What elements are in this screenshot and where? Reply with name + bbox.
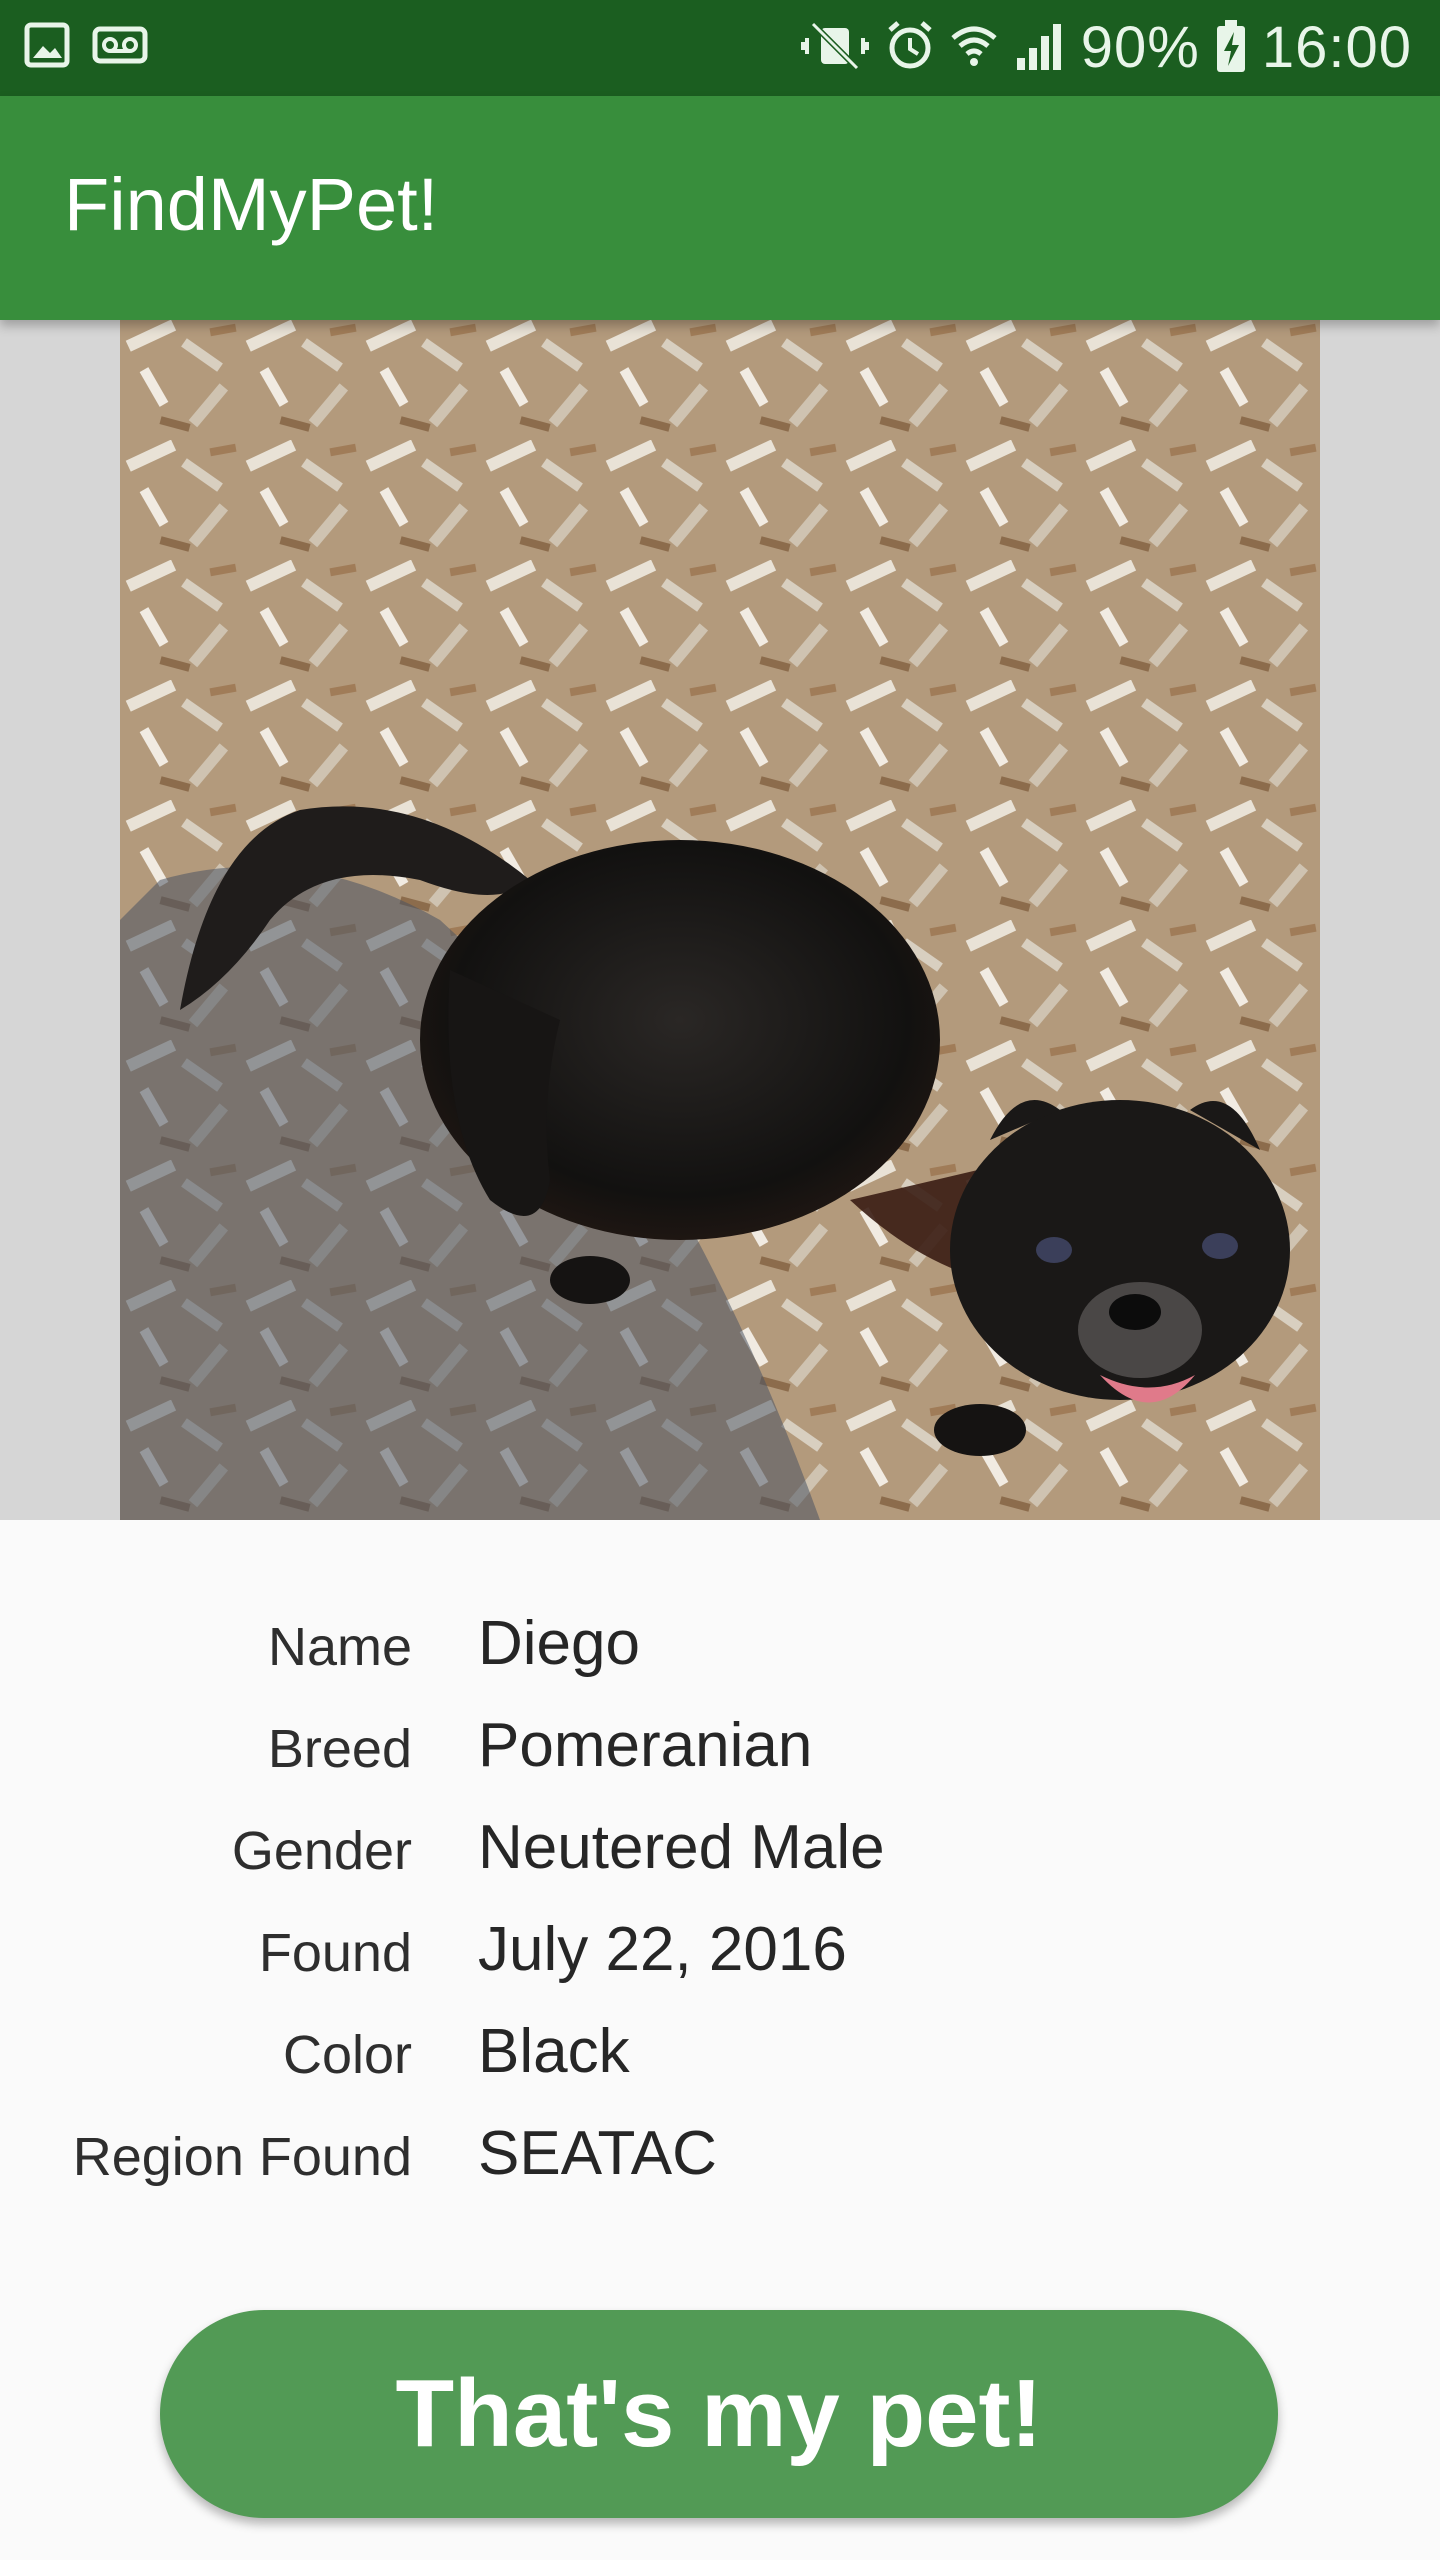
detail-row-found: Found July 22, 2016: [0, 1906, 1440, 2008]
status-bar: 90% 16:00: [0, 0, 1440, 96]
app-bar: FindMyPet!: [0, 96, 1440, 320]
detail-row-gender: Gender Neutered Male: [0, 1804, 1440, 1906]
detail-label: Breed: [267, 1719, 412, 1779]
detail-row-region: Region Found SEATAC: [0, 2110, 1440, 2212]
detail-row-breed: Breed Pomeranian: [0, 1702, 1440, 1804]
detail-value: Black: [478, 2017, 630, 2086]
detail-label: Region Found: [72, 2127, 412, 2187]
thats-my-pet-button[interactable]: That's my pet!: [160, 2310, 1278, 2518]
detail-row-color: Color Black: [0, 2008, 1440, 2110]
detail-value: Pomeranian: [478, 1711, 813, 1780]
detail-value: Neutered Male: [478, 1813, 885, 1882]
detail-value: Diego: [478, 1609, 640, 1678]
pet-photo: [120, 320, 1320, 1520]
mute-icon: [799, 18, 871, 79]
app-title: FindMyPet!: [64, 163, 439, 246]
detail-label: Name: [267, 1617, 412, 1677]
detail-label: Found: [258, 1923, 412, 1983]
alarm-icon: [885, 18, 935, 79]
wifi-icon: [949, 18, 999, 79]
battery-percent: 90%: [1080, 15, 1200, 80]
detail-value: July 22, 2016: [478, 1915, 847, 1984]
battery-charging-icon: [1214, 18, 1248, 79]
detail-value: SEATAC: [478, 2119, 717, 2188]
image-icon: [24, 22, 70, 73]
photo-area: [0, 320, 1440, 1520]
detail-row-name: Name Diego: [0, 1600, 1440, 1702]
detail-label: Color: [282, 2025, 412, 2085]
voicemail-icon: [92, 22, 148, 73]
clock: 16:00: [1261, 15, 1412, 80]
detail-label: Gender: [231, 1821, 412, 1881]
signal-icon: [1013, 18, 1067, 79]
